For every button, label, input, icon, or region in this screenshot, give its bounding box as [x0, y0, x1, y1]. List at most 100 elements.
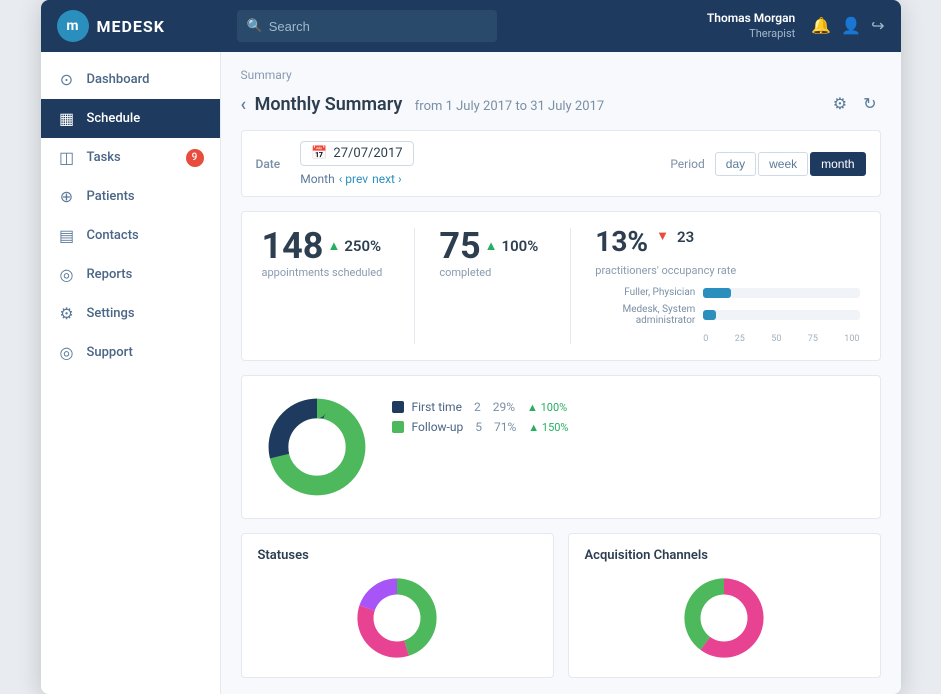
chart-legend-row: First time 2 29% ▲ 100% Follow-up 5 71% …	[241, 375, 881, 519]
axis-25: 25	[735, 334, 745, 344]
legend-item-followup: Follow-up 5 71% ▲ 150%	[392, 420, 860, 434]
legend-label-followup: Follow-up	[412, 420, 464, 434]
legend-count-followup: 5	[475, 420, 482, 434]
logo-icon: m	[57, 10, 89, 42]
refresh-button[interactable]: ↻	[859, 92, 880, 116]
appointments-arrow: ▲	[327, 238, 340, 254]
appointments-number: 148	[262, 228, 324, 264]
sidebar-item-dashboard[interactable]: ⊙ Dashboard	[41, 60, 220, 99]
bar-track-1	[703, 288, 859, 298]
sidebar-item-contacts[interactable]: ▤ Contacts	[41, 216, 220, 255]
bar-fill-1	[703, 288, 731, 298]
axis-100: 100	[844, 334, 859, 344]
patients-icon: ⊕	[57, 187, 77, 206]
axis-50: 50	[771, 334, 781, 344]
period-day-btn[interactable]: day	[715, 152, 756, 176]
bar-axis: 0 25 50 75 100	[595, 334, 859, 344]
legend-pct-followup: 71%	[494, 420, 516, 434]
legend-change-firsttime: ▲ 100%	[527, 401, 567, 414]
channels-donut	[679, 573, 769, 663]
bottom-row: Statuses Acquisition Channels	[241, 533, 881, 678]
next-link[interactable]: next ›	[372, 172, 401, 186]
sidebar-item-patients[interactable]: ⊕ Patients	[41, 177, 220, 216]
search-input[interactable]	[269, 19, 487, 34]
date-nav: Month ‹ prev next ›	[300, 172, 413, 186]
legend-count-firsttime: 2	[474, 400, 481, 414]
completed-label: completed	[439, 266, 538, 279]
main-donut-svg	[262, 392, 372, 502]
legend-dot-firsttime	[392, 401, 404, 413]
dashboard-icon: ⊙	[57, 70, 77, 89]
sidebar-item-label: Patients	[87, 189, 135, 204]
sidebar-item-label: Tasks	[87, 150, 121, 165]
sidebar-item-label: Settings	[87, 306, 135, 321]
date-label: Date	[256, 157, 281, 171]
contacts-icon: ▤	[57, 226, 77, 245]
channels-title: Acquisition Channels	[585, 548, 864, 563]
date-input[interactable]: 📅 27/07/2017	[300, 141, 413, 166]
bar-row: Fuller, Physician	[595, 287, 859, 298]
title-text: Monthly Summary	[255, 94, 403, 115]
topbar: m MEDESK 🔍 Thomas Morgan Therapist 🔔 👤 ↪	[41, 0, 901, 52]
user-profile-icon[interactable]: 👤	[841, 16, 861, 35]
statuses-donut	[352, 573, 442, 663]
tasks-icon: ◫	[57, 148, 77, 167]
stat-divider-2	[570, 228, 571, 344]
legend-pct-firsttime: 29%	[493, 400, 515, 414]
sidebar-item-support[interactable]: ◎ Support	[41, 333, 220, 372]
axis-0: 0	[703, 334, 708, 344]
occupancy-value: 23	[677, 228, 694, 246]
period-week-btn[interactable]: week	[758, 152, 808, 176]
sidebar-item-label: Support	[87, 345, 133, 360]
legend-label-firsttime: First time	[412, 400, 462, 414]
occupancy-arrow: ▼	[656, 228, 669, 244]
date-range: from 1 July 2017 to 31 July 2017	[415, 99, 604, 114]
occupancy-number: 13%	[595, 228, 648, 256]
stat-divider	[414, 228, 415, 344]
period-month-btn[interactable]: month	[810, 152, 865, 176]
filter-row: Date 📅 27/07/2017 Month ‹ prev next › Pe…	[241, 130, 881, 197]
stat-appointments: 148 ▲ 250% appointments scheduled	[262, 228, 383, 279]
tasks-badge: 9	[186, 149, 204, 167]
legend-dot-followup	[392, 421, 404, 433]
legend-item-firsttime: First time 2 29% ▲ 100%	[392, 400, 860, 414]
sidebar-item-tasks[interactable]: ◫ Tasks 9	[41, 138, 220, 177]
schedule-icon: ▦	[57, 109, 77, 128]
search-icon: 🔍	[247, 19, 263, 34]
occupancy-label: practitioners' occupancy rate	[595, 264, 859, 277]
bar-name-2: Medesk, Systemadministrator	[595, 304, 695, 326]
prev-link[interactable]: ‹ prev	[339, 172, 368, 186]
reports-icon: ◎	[57, 265, 77, 284]
appointments-pct: 250%	[344, 237, 381, 255]
appointments-label: appointments scheduled	[262, 266, 383, 279]
period-selector: Period day week month	[670, 152, 865, 176]
bar-name-1: Fuller, Physician	[595, 287, 695, 298]
bar-track-2	[703, 310, 859, 320]
occupancy-area: 13% ▼ 23 practitioners' occupancy rate F…	[595, 228, 859, 344]
topbar-icons: 🔔 👤 ↪	[811, 16, 884, 35]
logo-text: MEDESK	[97, 17, 165, 36]
main-donut-chart	[262, 392, 372, 502]
back-arrow-icon[interactable]: ‹	[241, 94, 247, 115]
axis-75: 75	[808, 334, 818, 344]
sidebar-item-schedule[interactable]: ▦ Schedule	[41, 99, 220, 138]
search-bar[interactable]: 🔍	[237, 10, 497, 42]
stats-row: 148 ▲ 250% appointments scheduled 75 ▲ 1…	[241, 211, 881, 361]
page-title: ‹ Monthly Summary from 1 July 2017 to 31…	[241, 94, 605, 115]
sidebar-item-settings[interactable]: ⚙ Settings	[41, 294, 220, 333]
completed-pct: 100%	[502, 237, 539, 255]
legend-area: First time 2 29% ▲ 100% Follow-up 5 71% …	[392, 392, 860, 440]
date-value: 27/07/2017	[333, 146, 402, 161]
bar-row-2: Medesk, Systemadministrator	[595, 304, 859, 326]
settings-icon: ⚙	[57, 304, 77, 323]
filter-button[interactable]: ⚙	[829, 92, 851, 116]
user-role: Therapist	[707, 27, 795, 41]
notifications-icon[interactable]: 🔔	[811, 16, 831, 35]
sidebar-item-reports[interactable]: ◎ Reports	[41, 255, 220, 294]
logout-icon[interactable]: ↪	[871, 16, 884, 35]
app-window: m MEDESK 🔍 Thomas Morgan Therapist 🔔 👤 ↪…	[41, 0, 901, 694]
legend-change-followup: ▲ 150%	[528, 421, 568, 434]
stat-completed: 75 ▲ 100% completed	[439, 228, 538, 279]
calendar-icon: 📅	[311, 146, 327, 161]
bar-chart: Fuller, Physician Medesk, Systemadminist…	[595, 287, 859, 344]
